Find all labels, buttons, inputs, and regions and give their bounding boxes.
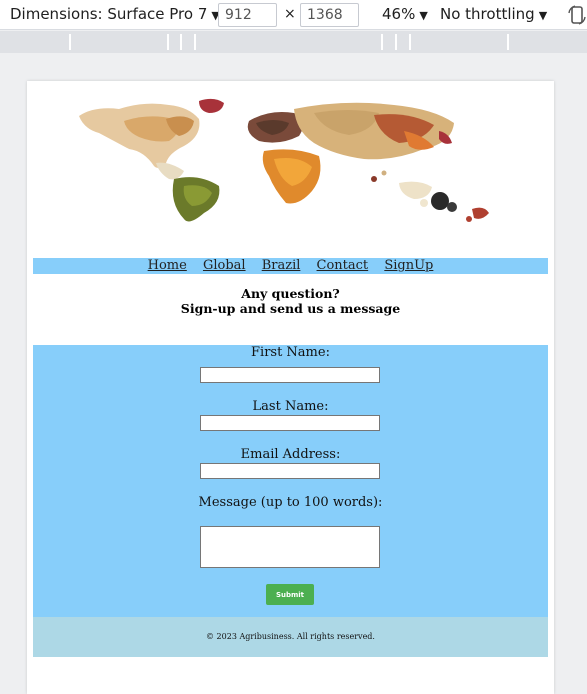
ruler-tick (180, 34, 182, 50)
device-dimensions-dropdown[interactable]: Dimensions: Surface Pro 7 ▼ (10, 0, 220, 30)
signup-form: First Name: Last Name: Email Address: Me… (33, 345, 548, 617)
ruler-tick (507, 34, 509, 50)
device-dimensions-label: Dimensions: Surface Pro 7 (10, 5, 208, 23)
last-name-field[interactable] (200, 415, 380, 431)
message-label: Message (up to 100 words): (198, 495, 383, 510)
ruler-tick (381, 34, 383, 50)
width-input[interactable]: 912 (218, 3, 277, 27)
device-toolbar: Dimensions: Surface Pro 7 ▼ 912 × 1368 46… (0, 0, 587, 30)
first-name-field[interactable] (200, 367, 380, 383)
intro-line-signup: Sign-up and send us a message (180, 301, 401, 316)
ruler-tick (409, 34, 411, 50)
intro-heading: Any question? Sign-up and send us a mess… (27, 286, 554, 316)
ruler-tick (194, 34, 196, 50)
times-symbol: × (284, 6, 296, 22)
ruler-tick (167, 34, 169, 50)
chevron-down-icon: ▼ (538, 9, 548, 22)
media-query-ruler[interactable] (0, 31, 587, 53)
emulated-page: Home Global Brazil Contact SignUp Any qu… (27, 81, 554, 694)
email-label: Email Address: (240, 447, 341, 462)
ruler-tick (395, 34, 397, 50)
footer: © 2023 Agribusiness. All rights reserved… (33, 617, 548, 657)
nav-link-contact[interactable]: Contact (317, 258, 369, 273)
zoom-label: 46% (382, 5, 416, 23)
nav-link-signup[interactable]: SignUp (384, 258, 433, 273)
message-textarea[interactable] (200, 526, 380, 568)
ruler-tick (69, 34, 71, 50)
throttling-dropdown[interactable]: No throttling ▼ (440, 0, 547, 30)
grain-world-map-image (79, 98, 489, 222)
throttling-label: No throttling (440, 5, 535, 23)
copyright-text: © 2023 Agribusiness. All rights reserved… (206, 632, 375, 641)
nav-link-home[interactable]: Home (148, 258, 187, 273)
first-name-label: First Name: (251, 345, 330, 360)
height-input[interactable]: 1368 (300, 3, 359, 27)
chevron-down-icon: ▼ (419, 9, 428, 22)
email-field[interactable] (200, 463, 380, 479)
nav-link-brazil[interactable]: Brazil (262, 258, 301, 273)
zoom-dropdown[interactable]: 46% ▼ (382, 0, 428, 30)
last-name-label: Last Name: (252, 399, 329, 414)
rotate-icon[interactable] (566, 4, 587, 26)
nav-link-global[interactable]: Global (203, 258, 246, 273)
main-nav: Home Global Brazil Contact SignUp (33, 258, 548, 274)
submit-button[interactable]: Submit (266, 584, 314, 605)
intro-line-question: Any question? (241, 286, 340, 301)
